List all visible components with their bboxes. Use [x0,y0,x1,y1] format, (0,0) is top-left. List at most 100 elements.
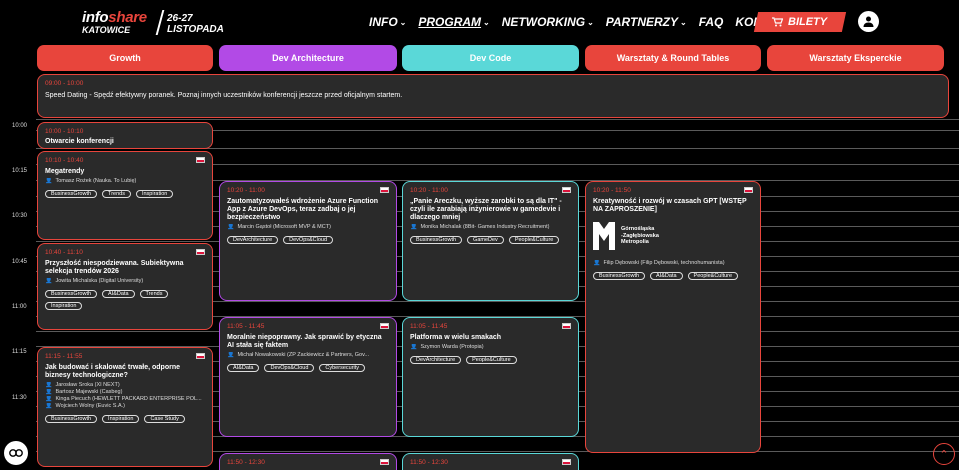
session-description: Speed Dating - Spędź efektywny poranek. … [45,92,403,99]
person-icon: 👤 [410,344,418,350]
scroll-to-top-button[interactable]: ⌃ [933,443,955,465]
tag[interactable]: BusinessGrowth [45,290,98,298]
speaker[interactable]: 👤 Jarosław Sroka (XI NEXT) [45,382,205,389]
speaker[interactable]: 👤 Filip Dębowski (Filip Dębowski, technoh… [593,260,753,267]
track-growth[interactable]: Growth [37,45,213,71]
session-przyszlosc[interactable]: 10:40 - 11:10 Przyszłość niespodziewana.… [37,243,213,330]
session-speed-dating[interactable]: 09:00 - 10:00 Speed Dating - Spędź efekt… [37,74,949,118]
polish-flag-icon [744,187,753,193]
tag[interactable]: GameDev [467,236,504,244]
speaker[interactable]: 👤 Kinga Piecuch (HEWLETT PACKARD ENTERPRI… [45,396,205,403]
person-icon: 👤 [45,403,53,409]
session-kreatywnosc[interactable]: 10:20 - 11:50 Kreatywność i rozwój w cza… [585,181,761,453]
session-azure[interactable]: 10:20 - 11:00 Zautomatyzowałeś wdrożenie… [219,181,397,301]
tag[interactable]: People&Culture [687,272,739,280]
polish-flag-icon [562,187,571,193]
speaker[interactable]: 👤 Jowita Michalska (Digital University) [45,278,205,285]
tag[interactable]: DevArchitecture [410,356,462,364]
polish-flag-icon [196,353,205,359]
tag[interactable]: Inspiration [45,302,83,310]
session-next-dev-code[interactable]: 11:50 - 12:30 [402,453,579,470]
nav-partnerzy[interactable]: PARTNERZY ⌄ [606,14,687,30]
polish-flag-icon [380,323,389,329]
tag[interactable]: Case Study [144,415,185,423]
logo-date: 26-27 LISTOPADA [167,13,224,35]
nav-faq[interactable]: FAQ [699,14,724,30]
session-title: Przyszłość niespodziewana. Subiektywna s… [45,260,184,275]
tag[interactable]: DevArchitecture [227,236,279,244]
session-title: „Panie Areczku, wyższe zarobki to są dla… [410,198,562,221]
session-opening[interactable]: 10:00 - 10:10 Otwarcie konferencji [37,122,213,149]
tag[interactable]: Inspiration [102,415,140,423]
user-account-button[interactable] [858,11,879,32]
polish-flag-icon [562,459,571,465]
tag[interactable]: Cybersecurity [319,364,366,372]
chevron-down-icon: ⌄ [680,17,687,27]
gzm-logo-text: Górnośląska -Zagłębiowska Metropolia [621,226,659,246]
session-next-dev-architecture[interactable]: 11:50 - 12:30 [219,453,397,470]
person-icon: 👤 [45,278,53,284]
logo-wordmark: infoshare [82,9,147,26]
tag-list: BusinessGrowth AI&Data People&Culture [593,272,753,280]
session-smakach[interactable]: 11:05 - 11:45 Platforma w wielu smakach … [402,317,579,437]
session-title: Otwarcie konferencji [45,138,114,145]
tickets-button[interactable]: BILETY [753,12,847,32]
session-title: Kreatywność i rozwój w czasach GPT [WSTĘ… [593,198,747,213]
speaker[interactable]: 👤 Monika Michalak (8Bit- Games Industry R… [410,224,571,231]
person-icon: 👤 [45,396,53,402]
tag[interactable]: People&Culture [508,236,560,244]
session-time: 11:05 - 11:45 [410,323,448,330]
speaker[interactable]: 👤 Tomasz Rożek (Nauka. To Lubię) [45,178,205,185]
nav-networking[interactable]: NETWORKING ⌄ [502,14,594,30]
session-skalowac[interactable]: 11:15 - 11:55 Jak budować i skalować trw… [37,347,213,467]
tag[interactable]: BusinessGrowth [410,236,463,244]
session-title: Jak budować i skalować trwałe, odporne b… [45,364,180,379]
chevron-down-icon: ⌄ [399,17,407,27]
session-time: 10:20 - 11:00 [227,187,265,194]
session-title: Megatrendy [45,168,85,175]
tag[interactable]: DevOps&Cloud [283,236,334,244]
session-time: 09:00 - 10:00 [45,80,84,87]
tag[interactable]: AI&Data [650,272,683,280]
logo-slash [155,10,165,35]
track-warsztaty-eksperckie[interactable]: Warsztaty Eksperckie [767,45,944,71]
speaker[interactable]: 👤 Michał Nowakowski (ZP Zackiewicz & Part… [227,352,389,359]
session-time: 11:05 - 11:45 [227,323,265,330]
tag[interactable]: BusinessGrowth [45,415,98,423]
tag[interactable]: Trends [139,290,169,298]
speaker[interactable]: 👤 Szymon Warda (Protopia) [410,344,571,351]
session-areczku[interactable]: 10:20 - 11:00 „Panie Areczku, wyższe zar… [402,181,579,301]
site-header: infoshare KATOWICE 26-27 LISTOPADA INFO ⌄… [0,0,959,45]
infoshare-logo[interactable]: infoshare KATOWICE 26-27 LISTOPADA [82,9,224,37]
tag[interactable]: Trends [102,190,131,198]
tag[interactable]: People&Culture [466,356,517,364]
tag[interactable]: BusinessGrowth [45,190,98,198]
tag[interactable]: Inspiration [135,190,174,198]
speaker[interactable]: 👤 Bartosz Majewski (Casbeg) [45,389,205,396]
track-warsztaty-round-tables[interactable]: Warsztaty & Round Tables [585,45,761,71]
track-dev-architecture[interactable]: Dev Architecture [219,45,397,71]
session-moralnie[interactable]: 11:05 - 11:45 Moralnie niepoprawny. Jak … [219,317,397,437]
session-time: 10:40 - 11:10 [45,249,83,256]
track-dev-code[interactable]: Dev Code [402,45,579,71]
tag[interactable]: BusinessGrowth [593,272,646,280]
cookie-settings-button[interactable] [4,441,28,465]
time-label: 11:30 [12,395,27,401]
speaker[interactable]: 👤 Wojciech Wolny (Euvic S.A.) [45,403,205,410]
polish-flag-icon [380,187,389,193]
time-label: 11:00 [12,304,27,310]
time-label: 10:00 [12,123,28,129]
speaker[interactable]: 👤 Marcin Gąstoł (Microsoft MVP & MCT) [227,224,389,231]
main-nav: INFO ⌄ PROGRAM ⌄ NETWORKING ⌄ PARTNERZY ⌄ FA… [369,14,793,30]
session-time: 10:00 - 10:10 [45,128,84,135]
tag[interactable]: AI&Data [102,290,135,298]
person-icon: 👤 [227,352,235,358]
nav-program[interactable]: PROGRAM ⌄ [418,14,489,30]
grid-line [0,119,959,120]
polish-flag-icon [196,157,205,163]
nav-info[interactable]: INFO ⌄ [369,14,406,30]
tag[interactable]: DevOps&Cloud [264,364,315,372]
tag[interactable]: AI&Data [227,364,260,372]
time-label: 10:30 [12,213,28,219]
session-megatrendy[interactable]: 10:10 - 10:40 Megatrendy 👤 Tomasz Rożek (… [37,151,213,240]
